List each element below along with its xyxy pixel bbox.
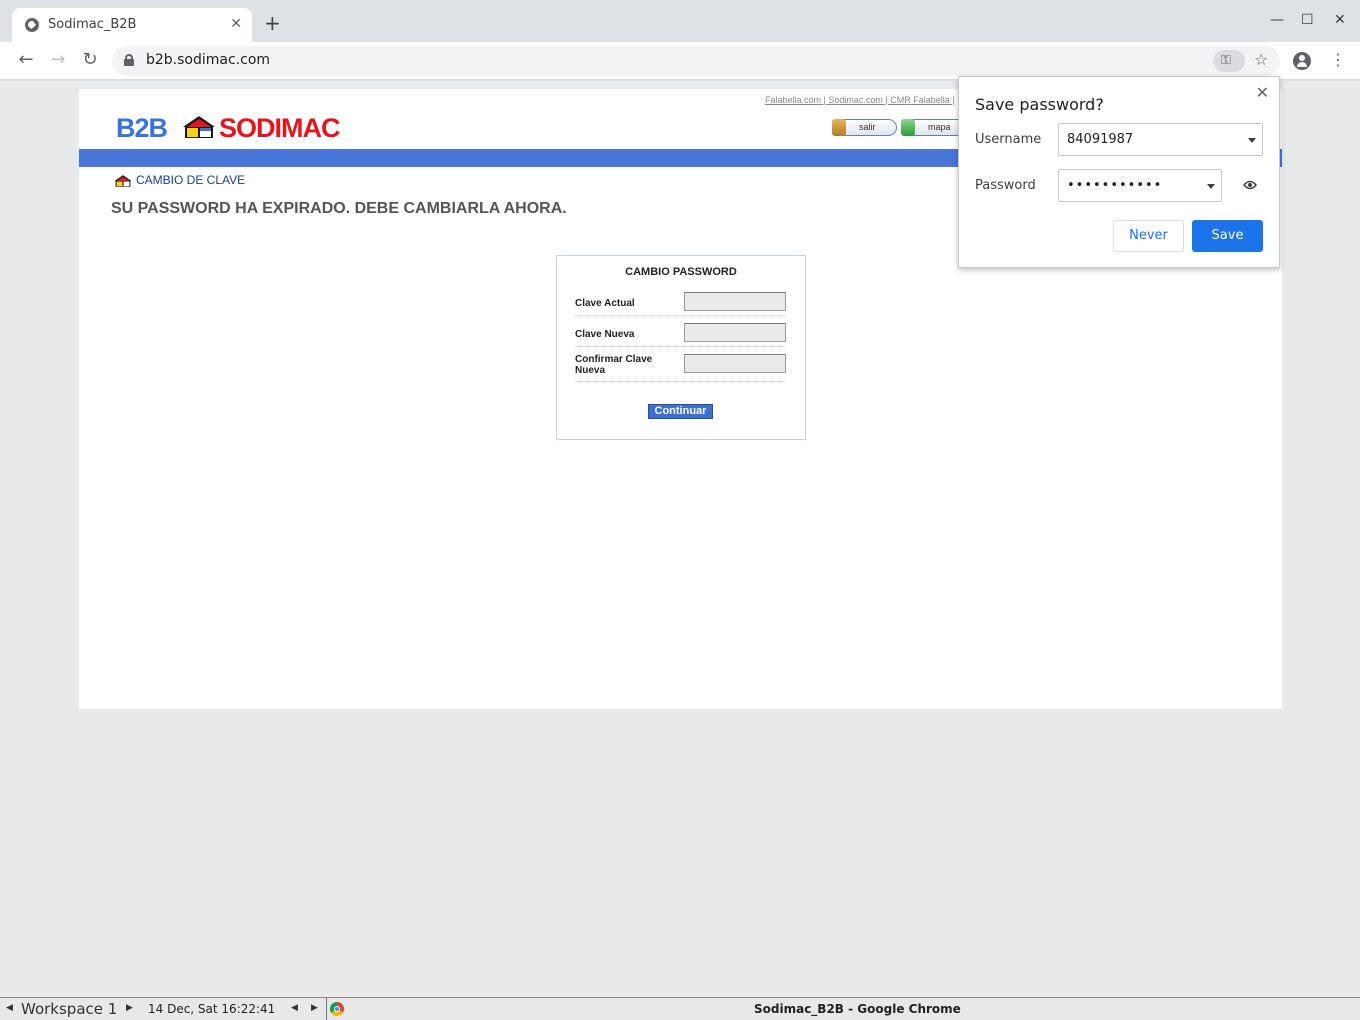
tab-sodimac[interactable]: Sodimac_B2B ✕	[12, 8, 252, 42]
section-title-text: CAMBIO DE CLAVE	[136, 173, 246, 187]
browser-toolbar: ← → ↻ b2b.sodimac.com	[0, 42, 1360, 80]
address-bar[interactable]: b2b.sodimac.com	[112, 46, 1280, 76]
tab-close-icon[interactable]: ✕	[230, 16, 242, 32]
logo-sodimac-text: SODIMAC	[219, 113, 340, 143]
save-password-dialog: ✕ Save password? Username 84091987 Passw…	[958, 76, 1280, 268]
small-house-icon	[114, 175, 132, 187]
sodimac-house-icon	[183, 116, 215, 138]
clave-actual-label: Clave Actual	[575, 298, 635, 309]
save-button[interactable]: Save	[1192, 220, 1263, 252]
globe-icon	[25, 18, 39, 32]
username-label: Username	[975, 132, 1042, 147]
minimize-button[interactable]: —	[1270, 12, 1284, 28]
top-links[interactable]: Falabella.com | Sodimac.com | CMR Falabe…	[765, 95, 955, 105]
dialog-title: Save password?	[975, 95, 1104, 114]
workspace-label[interactable]: Workspace 1	[21, 1000, 117, 1018]
dialog-close-icon[interactable]: ✕	[1256, 83, 1269, 102]
expired-message: SU PASSWORD HA EXPIRADO. DEBE CAMBIARLA …	[111, 200, 567, 217]
menu-kebab-icon[interactable]: ⋮	[1330, 50, 1346, 69]
password-dropdown[interactable]: •••••••••••	[1058, 169, 1222, 202]
back-arrow-icon[interactable]: ←	[14, 50, 38, 70]
clave-nueva-input[interactable]	[684, 323, 786, 342]
new-tab-button[interactable]: +	[264, 13, 281, 33]
task-prev-icon[interactable]: ◀	[291, 1003, 298, 1013]
taskbar-clock: 14 Dec, Sat 16:22:41	[148, 1002, 276, 1016]
taskbar-window-title[interactable]: Sodimac_B2B - Google Chrome	[754, 1002, 961, 1016]
window-close-button[interactable]: ✕	[1334, 12, 1346, 28]
chevron-down-icon	[1248, 138, 1256, 143]
confirmar-clave-input[interactable]	[684, 354, 786, 373]
password-value: •••••••••••	[1067, 178, 1163, 193]
form-row-confirmar-clave: Confirmar Clave Nueva	[575, 354, 786, 382]
form-row-clave-nueva: Clave Nueva	[575, 323, 786, 347]
sitemap-icon	[901, 119, 915, 136]
continuar-button[interactable]: Continuar	[648, 404, 713, 419]
workspace-next-icon[interactable]: ▶	[126, 1003, 133, 1013]
chrome-icon[interactable]	[330, 1002, 344, 1016]
clave-actual-input[interactable]	[684, 292, 786, 311]
never-button[interactable]: Never	[1113, 220, 1184, 252]
reload-icon[interactable]: ↻	[78, 50, 102, 70]
workspace-prev-icon[interactable]: ◀	[6, 1003, 13, 1013]
maximize-button[interactable]: ☐	[1301, 12, 1314, 28]
salir-button[interactable]: salir	[832, 119, 897, 136]
key-icon: ⚿	[1221, 53, 1231, 68]
tab-strip: Sodimac_B2B ✕ + — ☐ ✕	[0, 0, 1360, 42]
password-label: Password	[975, 178, 1036, 193]
mapa-button[interactable]: mapa	[901, 119, 962, 136]
confirmar-clave-label: Confirmar Clave Nueva	[575, 354, 653, 376]
bookmark-star-icon[interactable]: ☆	[1254, 50, 1268, 69]
clave-nueva-label: Clave Nueva	[575, 329, 635, 340]
form-heading: CAMBIO PASSWORD	[625, 266, 737, 278]
profile-avatar-icon[interactable]	[1293, 52, 1311, 70]
url-text[interactable]: b2b.sodimac.com	[146, 52, 270, 68]
tab-title: Sodimac_B2B	[48, 17, 137, 32]
username-value: 84091987	[1067, 132, 1134, 147]
logo-b2b-text: B2B	[116, 113, 168, 143]
task-next-icon[interactable]: ▶	[311, 1003, 318, 1013]
change-password-form: CAMBIO PASSWORD Clave Actual Clave Nueva…	[556, 255, 806, 440]
password-key-button[interactable]: ⚿	[1213, 50, 1245, 72]
chevron-down-icon	[1207, 184, 1215, 189]
exit-icon	[832, 119, 846, 136]
taskbar-separator	[326, 998, 327, 1020]
forward-arrow-icon[interactable]: →	[46, 50, 70, 70]
eye-icon[interactable]	[1243, 180, 1257, 190]
lock-icon[interactable]	[124, 54, 134, 66]
taskbar: ◀ Workspace 1 ▶ 14 Dec, Sat 16:22:41 ◀ ▶…	[0, 997, 1360, 1020]
username-dropdown[interactable]: 84091987	[1058, 123, 1263, 156]
form-row-clave-actual: Clave Actual	[575, 292, 786, 316]
